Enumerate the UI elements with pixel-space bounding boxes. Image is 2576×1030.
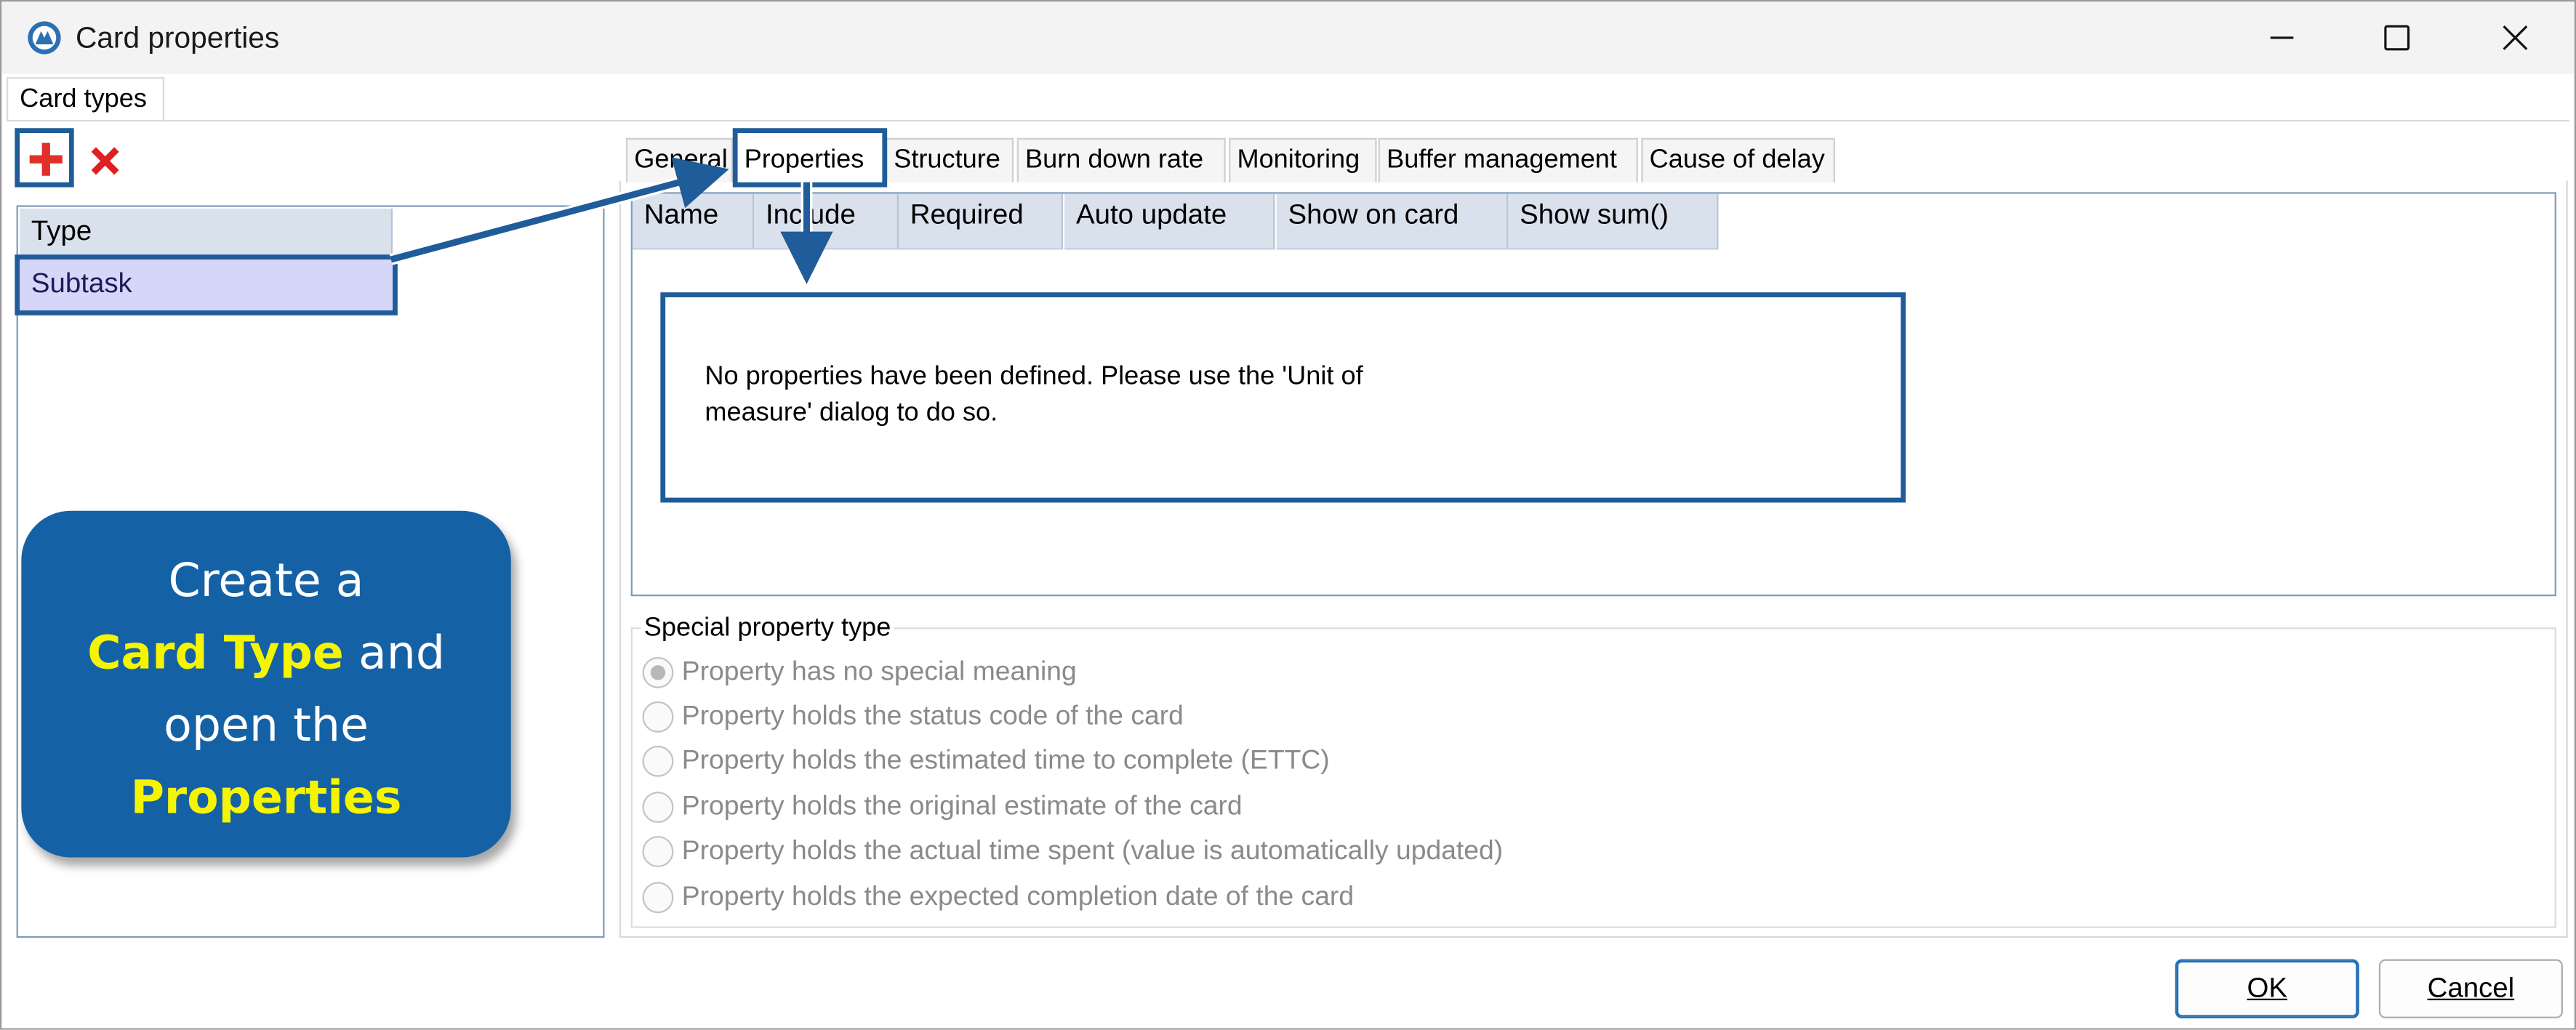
- radio-button[interactable]: [642, 656, 674, 688]
- cancel-button[interactable]: Cancel: [2378, 959, 2563, 1018]
- window-title: Card properties: [75, 21, 280, 55]
- callout-text: open the: [164, 698, 369, 752]
- callout-line: Properties: [21, 762, 510, 834]
- properties-tab-highlight: [732, 128, 888, 188]
- tab-content-divider: [7, 119, 2569, 122]
- column-header-label: Show on card: [1288, 198, 1459, 230]
- column-header-show-on-card[interactable]: Show on card: [1276, 193, 1509, 250]
- column-header-label: Required: [910, 198, 1024, 230]
- app-logo-icon: [28, 21, 61, 55]
- tab-buffer-management[interactable]: Buffer management: [1378, 137, 1638, 182]
- column-header-include[interactable]: Include: [754, 193, 899, 250]
- radio-button[interactable]: [642, 701, 674, 733]
- title-bar[interactable]: Card properties: [1, 1, 2575, 74]
- type-column-header-label: Type: [31, 215, 92, 246]
- empty-properties-message-box: No properties have been defined. Please …: [660, 292, 1906, 503]
- radio-label: Property holds the original estimate of …: [681, 792, 1243, 821]
- column-header-required[interactable]: Required: [898, 193, 1063, 250]
- column-header-name[interactable]: Name: [632, 193, 755, 250]
- radio-button[interactable]: [642, 882, 674, 914]
- tab-monitoring-label: Monitoring: [1237, 146, 1360, 174]
- column-header-label: Name: [643, 198, 719, 230]
- column-header-label: Auto update: [1076, 198, 1227, 230]
- delete-icon[interactable]: [82, 138, 128, 184]
- radio-button[interactable]: [642, 745, 674, 777]
- ok-button[interactable]: OK: [2175, 959, 2359, 1018]
- column-header-auto-update[interactable]: Auto update: [1064, 193, 1275, 250]
- type-column-header[interactable]: Type: [20, 208, 393, 260]
- add-button-highlight: [15, 128, 74, 188]
- tab-buffer-management-label: Buffer management: [1387, 146, 1617, 174]
- tab-cause-of-delay[interactable]: Cause of delay: [1641, 137, 1835, 182]
- radio-label: Property holds the estimated time to com…: [681, 745, 1330, 776]
- tab-cause-of-delay-label: Cause of delay: [1649, 146, 1825, 174]
- empty-properties-message: No properties have been defined. Please …: [705, 363, 1363, 427]
- radio-label: Property holds the actual time spent (va…: [681, 836, 1504, 866]
- tab-structure[interactable]: Structure: [885, 137, 1014, 182]
- radio-label: Property holds the expected completion d…: [681, 882, 1355, 912]
- callout-line: Create a: [21, 545, 510, 617]
- callout-text: Create a: [168, 553, 364, 608]
- special-property-type-title: Special property type: [641, 614, 894, 644]
- tab-general[interactable]: General: [625, 137, 733, 182]
- maximize-icon[interactable]: [2372, 15, 2422, 60]
- radio-label: Property has no special meaning: [681, 656, 1077, 687]
- callout-line: Card Type and: [21, 618, 510, 690]
- callout-highlight-card-type: Card Type: [87, 625, 344, 680]
- callout-text: and: [343, 625, 445, 680]
- tab-general-label: General: [634, 146, 728, 174]
- tab-card-types[interactable]: Card types: [7, 77, 164, 122]
- column-header-show-sum[interactable]: Show sum(): [1508, 193, 1719, 250]
- callout-highlight-properties: Properties: [130, 770, 402, 825]
- column-header-label: Show sum(): [1520, 198, 1669, 230]
- radio-label: Property holds the status code of the ca…: [681, 701, 1184, 731]
- column-header-label: Include: [765, 198, 856, 230]
- tab-monitoring[interactable]: Monitoring: [1229, 137, 1377, 182]
- instruction-callout: Create a Card Type and open the Properti…: [21, 510, 511, 858]
- tab-card-types-label: Card types: [20, 85, 147, 113]
- radio-button[interactable]: [642, 836, 674, 868]
- cancel-button-label: Cancel: [2427, 972, 2515, 1004]
- subtask-highlight: [15, 254, 398, 315]
- tab-structure-label: Structure: [894, 146, 1000, 174]
- minimize-icon[interactable]: [2258, 15, 2307, 60]
- ok-button-label: OK: [2247, 972, 2287, 1004]
- close-icon[interactable]: [2491, 15, 2540, 60]
- radio-button[interactable]: [642, 792, 674, 824]
- callout-line: open the: [21, 690, 510, 762]
- tab-burn-down-rate[interactable]: Burn down rate: [1016, 137, 1226, 182]
- tab-burn-down-rate-label: Burn down rate: [1024, 146, 1204, 174]
